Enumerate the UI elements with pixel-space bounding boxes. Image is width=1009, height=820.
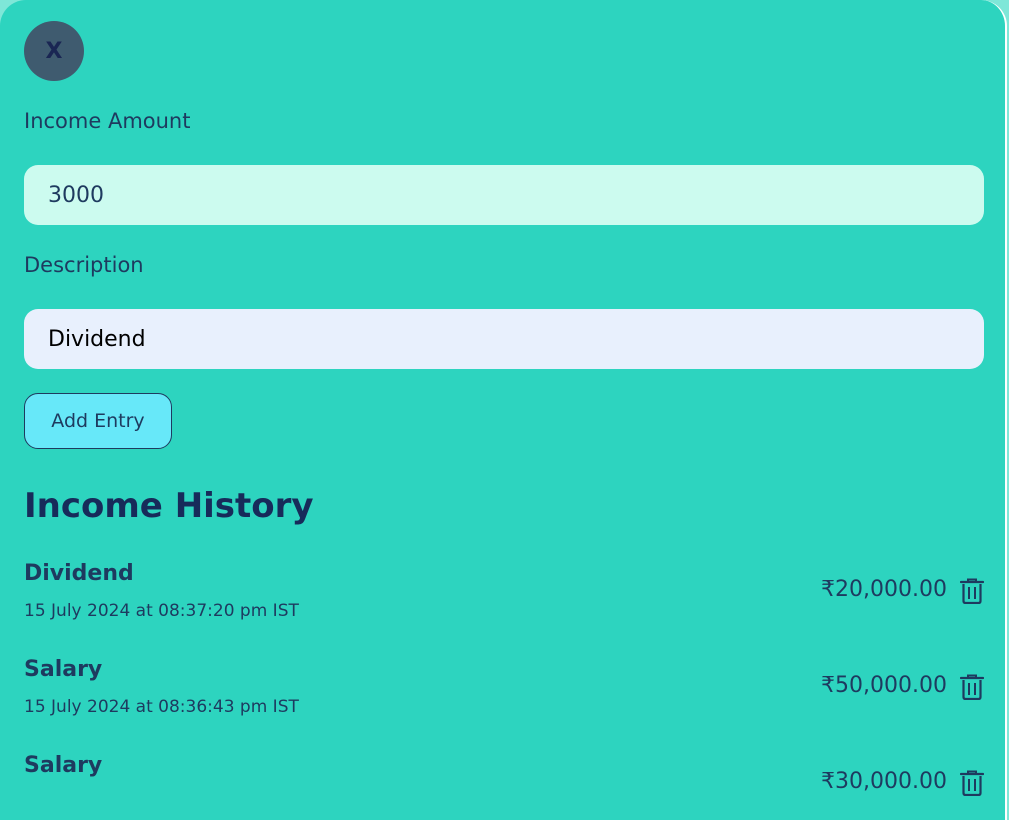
amount-label: Income Amount: [24, 109, 191, 133]
income-modal: X Income Amount 3000 Description Dividen…: [0, 0, 1007, 820]
income-history-title: Income History: [24, 486, 314, 526]
list-item: Salary 15 July 2024 at 08:36:43 pm IST ₹…: [24, 657, 984, 747]
trash-icon[interactable]: [960, 674, 984, 700]
trash-icon[interactable]: [960, 770, 984, 796]
entry-description: Salary: [24, 753, 103, 778]
entry-description: Dividend: [24, 561, 134, 586]
trash-icon[interactable]: [960, 578, 984, 604]
entry-amount: ₹20,000.00: [821, 577, 947, 602]
description-input[interactable]: Dividend: [24, 309, 984, 369]
entry-date: 15 July 2024 at 08:37:20 pm IST: [24, 601, 299, 621]
entry-date: 15 July 2024 at 08:36:43 pm IST: [24, 697, 299, 717]
entry-description: Salary: [24, 657, 103, 682]
close-button[interactable]: X: [24, 21, 84, 81]
list-item: Salary ₹30,000.00: [24, 753, 984, 820]
entry-amount: ₹50,000.00: [821, 673, 947, 698]
add-entry-button[interactable]: Add Entry: [24, 393, 172, 449]
description-label: Description: [24, 253, 144, 277]
entry-amount: ₹30,000.00: [821, 769, 947, 794]
amount-input[interactable]: 3000: [24, 165, 984, 225]
list-item: Dividend 15 July 2024 at 08:37:20 pm IST…: [24, 561, 984, 651]
